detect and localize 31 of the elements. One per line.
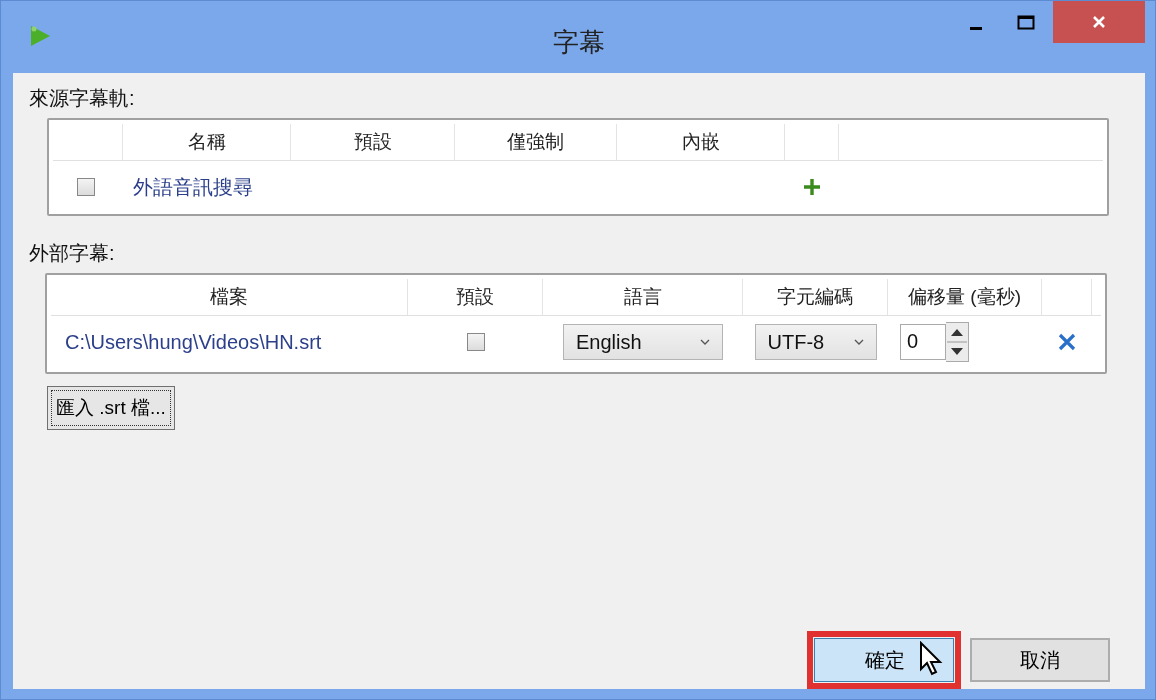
file-path: C:\Users\hung\Videos\HN.srt	[65, 330, 322, 354]
minimize-icon	[970, 26, 982, 30]
column-header: 預設	[408, 279, 543, 315]
language-dropdown[interactable]: English	[563, 324, 723, 360]
column-header: 檔案	[51, 279, 408, 315]
chevron-down-icon	[700, 338, 710, 346]
column-header: 語言	[543, 279, 743, 315]
spinner-arrows[interactable]	[946, 322, 969, 362]
column-header: 內嵌	[617, 124, 785, 160]
ok-button[interactable]: 確定	[814, 638, 954, 682]
section-label: 來源字幕軌:	[29, 86, 136, 111]
column-header: 名稱	[123, 124, 291, 160]
window-title: 字幕	[553, 26, 605, 59]
column-header: 偏移量 (毫秒)	[888, 279, 1042, 315]
add-icon[interactable]	[803, 178, 821, 196]
checkbox[interactable]	[77, 178, 95, 196]
close-icon	[1092, 15, 1106, 29]
maximize-icon	[1017, 15, 1035, 31]
chevron-down-icon	[853, 338, 864, 346]
column-header: 字元編碼	[743, 279, 888, 315]
cancel-button[interactable]: 取消	[970, 638, 1110, 682]
checkbox[interactable]	[466, 333, 485, 351]
track-name: 外語音訊搜尋	[133, 174, 253, 200]
mouse-cursor-icon	[919, 641, 945, 677]
column-header: 預設	[291, 124, 455, 160]
remove-icon[interactable]	[1058, 333, 1076, 351]
encoding-dropdown[interactable]: UTF-8	[754, 324, 877, 360]
section-label: 外部字幕:	[29, 241, 116, 266]
import-srt-button[interactable]: 匯入 .srt 檔...	[47, 386, 175, 430]
column-header: 僅強制	[455, 124, 617, 160]
offset-field[interactable]: 0	[900, 324, 946, 360]
